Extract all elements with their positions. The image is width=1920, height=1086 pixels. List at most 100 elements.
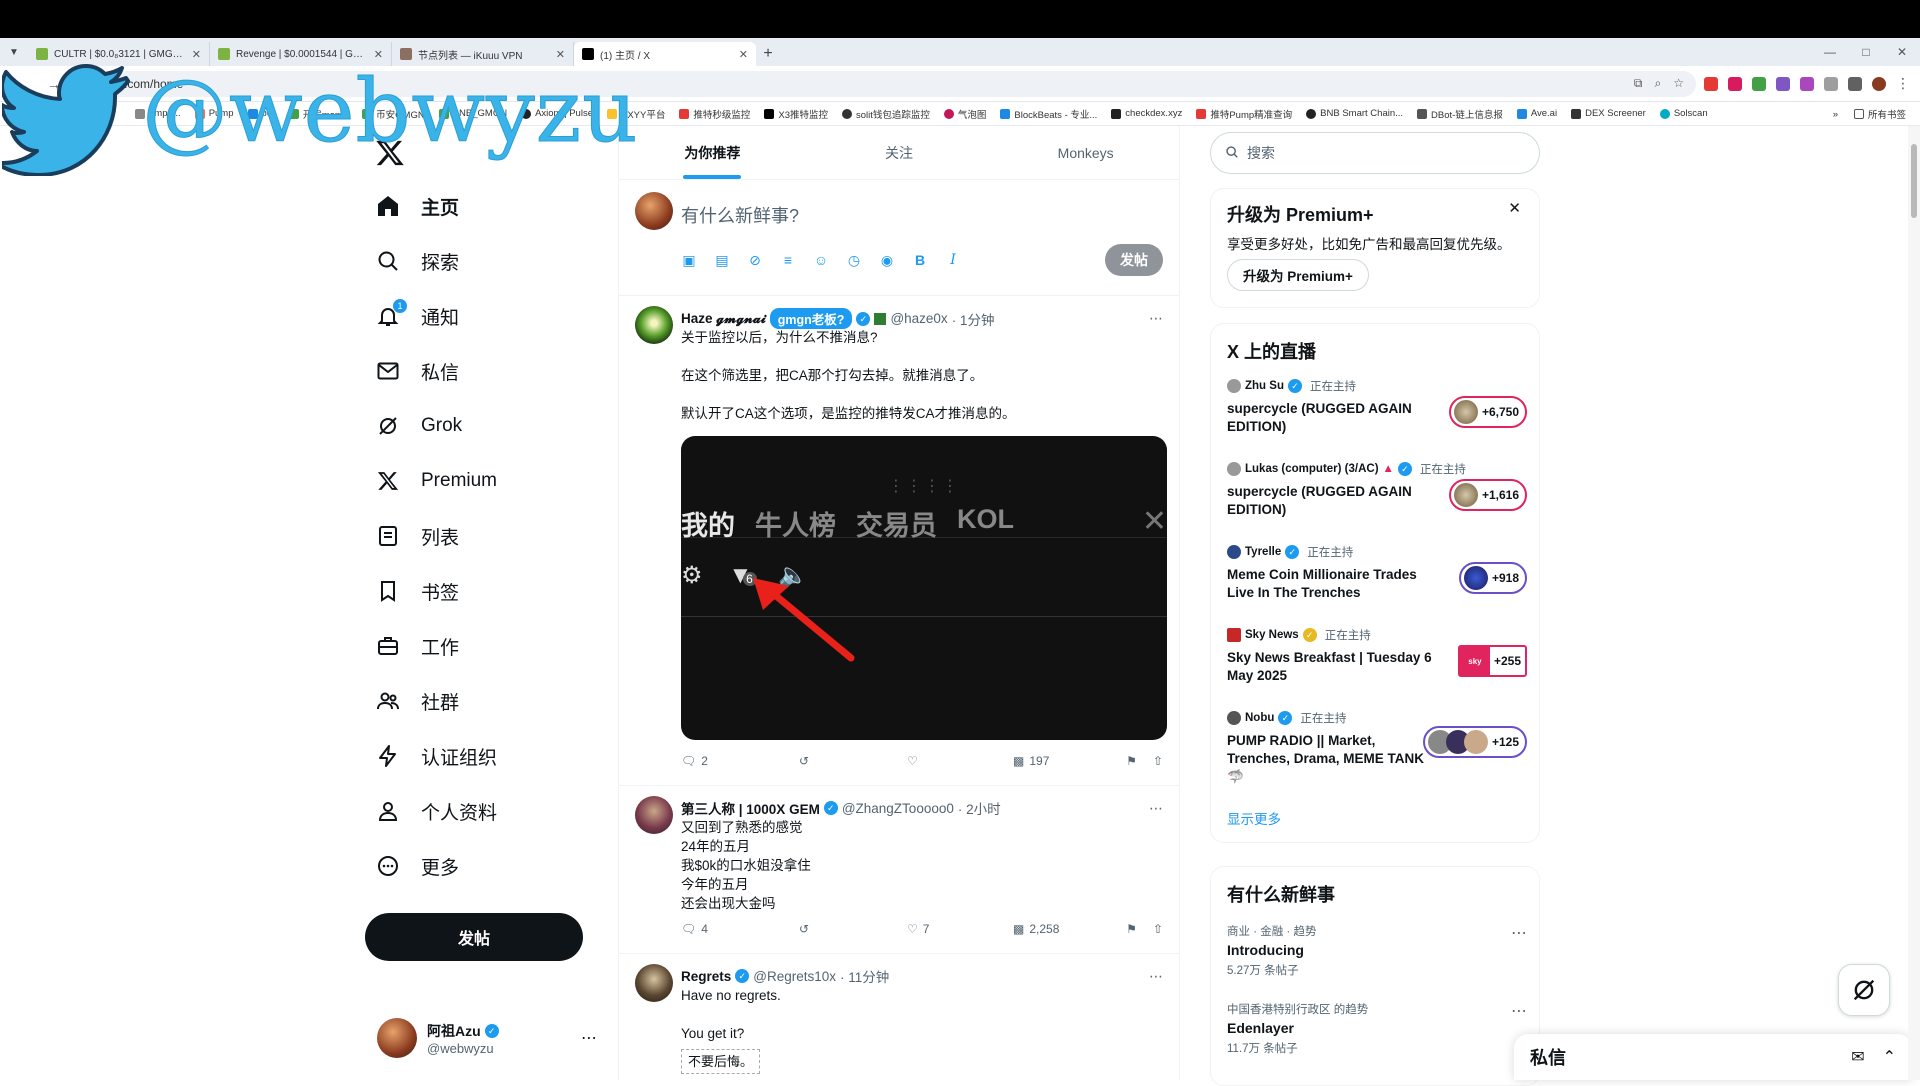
bookmark-item[interactable]: solit钱包追踪监控 [841,107,930,121]
composer-post-button[interactable]: 发帖 [1105,244,1163,276]
nav-item-home[interactable]: 主页 [375,184,459,228]
close-tab-icon[interactable]: ✕ [556,48,565,61]
reload-icon[interactable]: ↻ [74,72,98,96]
extensions-puzzle-icon[interactable] [1824,76,1838,91]
bookmark-item[interactable]: BNB_GMGN [438,108,507,119]
live-item[interactable]: Zhu Su ✓ 正在主持 supercycle (RUGGED AGAIN EDI… [1227,378,1527,448]
forward-icon[interactable]: → [42,72,66,96]
live-listeners-pill[interactable]: sky +255 [1457,645,1527,677]
back-icon[interactable]: ← [10,72,34,96]
bookmark-item[interactable]: bot [247,108,275,119]
nav-item-lists[interactable]: 列表 [375,514,459,558]
browser-tab[interactable]: Revenge | $0.0001544 | GMG... ✕ [210,42,392,66]
share-icon[interactable]: ⇧ [1153,922,1163,936]
search-input[interactable]: 搜索 [1210,132,1540,174]
grok-floating-button[interactable] [1838,964,1890,1016]
post-button[interactable]: 发帖 [365,913,583,961]
location-icon[interactable]: ◉ [879,252,895,268]
nav-item-communities[interactable]: 社群 [375,679,459,723]
extension-icon[interactable] [1776,76,1790,91]
live-item[interactable]: Nobu ✓ 正在主持 PUMP RADIO || Market, Trenches… [1227,710,1527,784]
close-window-icon[interactable]: ✕ [1884,38,1920,66]
bookmark-icon[interactable]: ⚑ [1126,922,1137,936]
tweet[interactable]: Haze 𝓰𝓶𝓰𝓷𝓪𝓲 gmgn老板? ✓ @haze0x · 1分钟 ⋯ 关于… [619,296,1179,786]
bookmark-item[interactable]: 币安GMGN [362,107,425,121]
poll-icon[interactable]: ≡ [780,252,796,268]
grok-icon[interactable]: ⊘ [747,252,763,268]
bookmark-item[interactable]: ump.f... [135,108,181,119]
bookmark-item[interactable]: Axiom | Pulse [521,108,593,119]
account-switcher[interactable]: 阿祖Azu ✓ @webwyzu ⋯ [377,1016,597,1060]
upgrade-premium-button[interactable]: 升级为 Premium+ [1227,259,1369,291]
extension-icon[interactable] [1728,76,1742,91]
like-button[interactable]: ♡ 7 [907,922,1013,936]
share-icon[interactable]: ⇧ [1153,754,1163,768]
tweet-time[interactable]: · 1分钟 [952,309,995,329]
tweet-time[interactable]: · 11分钟 [840,966,889,986]
tweet[interactable]: 第三人称 | 1000X GEM ✓ @ZhangZTooooo0 · 2小时 … [619,786,1179,954]
bookmark-item[interactable]: 开扁meme [288,107,348,121]
more-dots-icon[interactable]: ⋯ [1511,1001,1527,1021]
views-button[interactable]: ▩ 197 [1013,754,1117,768]
tab-search-button[interactable]: ▼ [0,38,28,66]
all-bookmarks-folder[interactable]: 所有书签 [1853,107,1906,121]
schedule-icon[interactable]: ◷ [846,252,862,268]
more-dots-icon[interactable]: ⋯ [1149,800,1163,817]
extension-icon[interactable] [1800,76,1814,91]
live-listeners-pill[interactable]: +125 [1422,726,1527,758]
bookmarks-overflow-icon[interactable]: » [1833,109,1838,120]
nav-item-messages[interactable]: 私信 [375,349,459,393]
tweet[interactable]: Regrets ✓ @Regrets10x · 11分钟 ⋯ Have no r… [619,954,1179,1084]
more-dots-icon[interactable]: ⋯ [1149,968,1163,985]
composer-input[interactable]: 有什么新鲜事? [681,202,799,228]
retweet-button[interactable]: ↺ [799,922,907,936]
live-listeners-pill[interactable]: +918 [1458,562,1527,594]
trend-item[interactable]: 中国香港特别行政区 的趋势 Edenlayer 11.7万 条帖子 ⋯ [1227,1001,1527,1056]
close-tab-icon[interactable]: ✕ [192,48,201,61]
bold-icon[interactable]: B [912,252,928,268]
bookmark-item[interactable]: 气泡图 [943,107,986,121]
nav-item-jobs[interactable]: 工作 [375,624,459,668]
emoji-icon[interactable]: ☺ [813,252,829,268]
nav-item-premium[interactable]: Premium [375,459,497,503]
close-icon[interactable]: ✕ [1508,199,1521,217]
avatar[interactable] [635,796,673,834]
live-listeners-pill[interactable]: +1,616 [1448,479,1527,511]
nav-item-verified-orgs[interactable]: 认证组织 [375,734,497,778]
nav-item-bookmarks[interactable]: 书签 [375,569,459,613]
close-tab-icon[interactable]: ✕ [739,48,748,61]
scrollbar-thumb[interactable] [1911,144,1917,218]
tab-for-you[interactable]: 为你推荐 [619,126,806,179]
messages-drawer[interactable]: 私信 ✉ ⌃ [1514,1034,1912,1080]
tweet-author-name[interactable]: 第三人称 | 1000X GEM [681,798,820,818]
reply-button[interactable]: 🗨 4 [681,922,799,936]
more-dots-icon[interactable]: ⋯ [1149,310,1163,327]
tab-following[interactable]: 关注 [806,126,993,179]
bookmark-icon[interactable]: ⚑ [1126,754,1137,768]
tab-monkeys[interactable]: Monkeys [992,126,1179,179]
new-message-icon[interactable]: ✉ [1851,1047,1864,1067]
bookmark-item[interactable]: Solscan [1659,108,1708,119]
new-tab-button[interactable]: + [756,42,780,66]
avatar[interactable] [635,306,673,344]
show-more-link[interactable]: 显示更多 [1227,808,1281,828]
bookmark-item[interactable]: BlockBeats - 专业... [1000,107,1097,121]
views-button[interactable]: ▩ 2,258 [1013,922,1117,936]
retweet-button[interactable]: ↺ [799,754,907,768]
extension-icon[interactable] [1752,76,1766,91]
live-listeners-pill[interactable]: +6,750 [1448,396,1527,428]
tweet-time[interactable]: · 2小时 [958,798,1001,818]
chevron-up-icon[interactable]: ⌃ [1883,1047,1896,1067]
bookmark-item[interactable]: DEX Screener [1571,108,1646,119]
trend-item[interactable]: 商业 · 金融 · 趋势 Introducing 5.27万 条帖子 ⋯ [1227,923,1527,978]
bookmark-item[interactable]: X3推特监控 [764,107,828,121]
nav-item-more[interactable]: 更多 [375,844,459,888]
tweet-author-name[interactable]: Haze 𝓰𝓶𝓰𝓷𝓪𝓲 [681,311,766,327]
x-logo-icon[interactable] [375,138,405,168]
tweet-author-name[interactable]: Regrets [681,969,731,984]
bookmark-item[interactable]: 推特Pump精准查询 [1196,107,1292,121]
more-dots-icon[interactable]: ⋯ [1511,923,1527,943]
bookmark-item[interactable]: Pump [194,108,234,119]
url-bar[interactable]: x.com/home ⧉ ⌕ ☆ [106,70,1696,97]
star-icon[interactable]: ☆ [1673,76,1684,91]
